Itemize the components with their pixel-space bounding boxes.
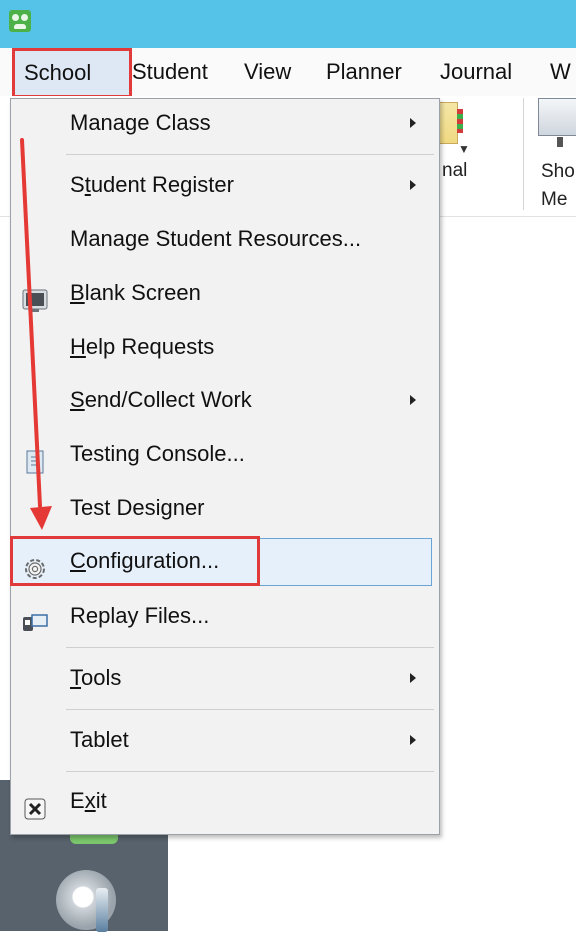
red-annotation-arrow [20,138,52,530]
